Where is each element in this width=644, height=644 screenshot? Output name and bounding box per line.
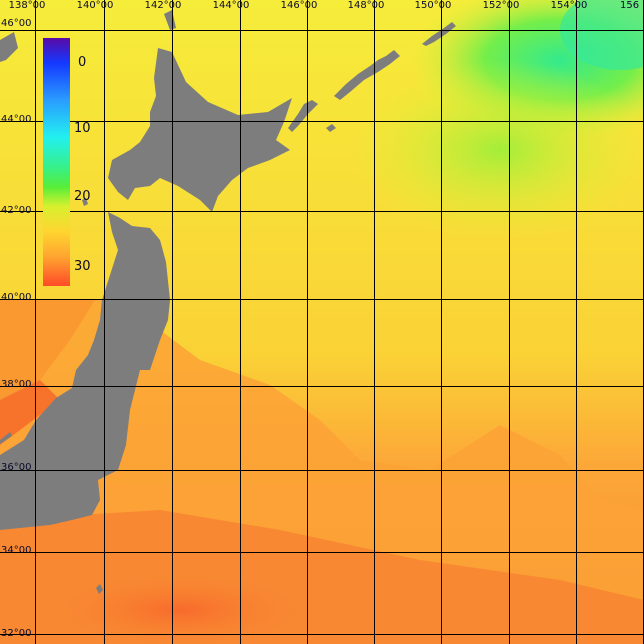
longitude-label: 156 bbox=[620, 0, 640, 11]
longitude-label: 150°00 bbox=[414, 0, 452, 11]
latitude-label: 42°00 bbox=[1, 205, 32, 216]
latitude-label: 38°00 bbox=[1, 379, 32, 390]
colorbar-tick-label: 30 bbox=[74, 259, 91, 274]
longitude-label: 138°00 bbox=[8, 0, 46, 11]
latitude-label: 44°00 bbox=[1, 114, 32, 125]
longitude-label: 148°00 bbox=[347, 0, 385, 11]
map-canvas bbox=[0, 0, 644, 644]
colorbar-gradient bbox=[43, 38, 70, 286]
colorbar-tick-label: 10 bbox=[74, 121, 91, 136]
longitude-label: 142°00 bbox=[144, 0, 182, 11]
latitude-label: 46°00 bbox=[1, 18, 32, 29]
colorbar-tick-label: 20 bbox=[74, 189, 91, 204]
sea-temperature-field bbox=[0, 0, 644, 644]
longitude-label: 146°00 bbox=[280, 0, 318, 11]
temperature-colorbar bbox=[43, 38, 70, 286]
longitude-label: 144°00 bbox=[212, 0, 250, 11]
sea-surface-temperature-map: 138°00 140°00 142°00 144°00 146°00 148°0… bbox=[0, 0, 644, 644]
longitude-label: 152°00 bbox=[482, 0, 520, 11]
colorbar-tick-label: 0 bbox=[78, 55, 87, 70]
latitude-label: 32°00 bbox=[1, 628, 32, 639]
latitude-label: 40°00 bbox=[1, 292, 32, 303]
longitude-label: 140°00 bbox=[76, 0, 114, 11]
cool-water-patch bbox=[350, 60, 644, 240]
latitude-label: 34°00 bbox=[1, 545, 32, 556]
latitude-label: 36°00 bbox=[1, 462, 32, 473]
longitude-label: 154°00 bbox=[550, 0, 588, 11]
